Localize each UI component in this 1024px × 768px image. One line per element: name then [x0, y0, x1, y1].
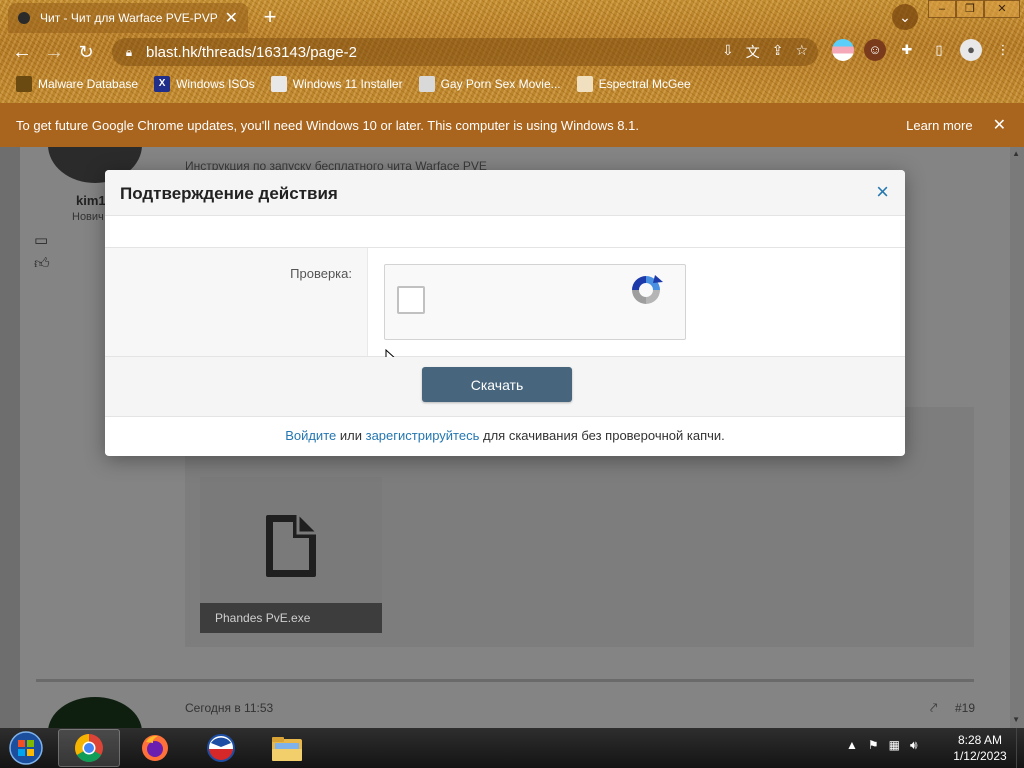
modal-close-icon[interactable]: ×: [876, 181, 889, 203]
lock-icon: 🔒︎: [125, 44, 133, 59]
profile-icon[interactable]: ●: [960, 39, 982, 61]
taskbar-file-explorer[interactable]: [256, 729, 318, 767]
recaptcha-widget[interactable]: [384, 264, 686, 340]
post-date[interactable]: Сегодня в 11:53: [185, 701, 273, 715]
bookmark-malware-database[interactable]: Malware Database: [16, 76, 138, 92]
bookmark-windows-11-installer[interactable]: Windows 11 Installer: [270, 76, 403, 92]
post-number[interactable]: #19: [955, 701, 975, 715]
minimize-button[interactable]: –: [928, 0, 956, 18]
taskbar-chrome[interactable]: [58, 729, 120, 767]
login-link[interactable]: Войдите: [285, 428, 336, 443]
url-text[interactable]: blast.hk/threads/163143/page-2: [146, 44, 722, 61]
verify-label: Проверка:: [290, 266, 352, 281]
extensions-puzzle-icon[interactable]: ✚: [896, 39, 918, 61]
site-favicon-icon: [18, 12, 30, 24]
bookmark-gay-porn[interactable]: Gay Porn Sex Movie...: [418, 76, 561, 92]
firefox-icon: [142, 735, 168, 761]
bookmark-label: Espectral McGee: [598, 77, 691, 91]
footer-suffix-text: для скачивания без проверочной капчи.: [483, 428, 725, 443]
infobar-close-icon[interactable]: ✕: [993, 115, 1006, 135]
modal-button-row: Скачать: [105, 357, 905, 417]
post-divider: [36, 679, 974, 682]
scroll-down-icon[interactable]: ▼: [1012, 715, 1020, 724]
clock-date: 1/12/2023: [953, 749, 1007, 763]
start-button[interactable]: [4, 729, 48, 767]
blue-circle-app-icon: [207, 734, 235, 762]
bookmark-label: Gay Porn Sex Movie...: [440, 77, 561, 91]
extension-flag-icon[interactable]: [832, 39, 854, 61]
message-icon[interactable]: ▭: [34, 231, 48, 249]
maximize-button[interactable]: ❐: [956, 0, 984, 18]
tray-expand-icon[interactable]: ▲: [846, 738, 858, 753]
share-icon[interactable]: ⇪: [772, 42, 784, 62]
form-label-column: Проверка:: [105, 248, 368, 356]
footer-or-text: или: [339, 428, 362, 443]
close-window-button[interactable]: ✕: [984, 0, 1020, 18]
update-infobar: To get future Google Chrome updates, you…: [0, 103, 1024, 147]
bookmark-label: Windows ISOs: [176, 77, 255, 91]
menu-kebab-icon[interactable]: ⋮: [992, 39, 1014, 61]
side-panel-icon[interactable]: ▯: [928, 39, 950, 61]
file-icon: [266, 515, 316, 577]
reload-button[interactable]: ↻: [73, 39, 99, 65]
scroll-up-icon[interactable]: ▲: [1012, 149, 1020, 158]
register-link[interactable]: зарегистрируйтесь: [366, 428, 480, 443]
captcha-row: Проверка:: [105, 248, 905, 369]
address-bar[interactable]: 🔒︎ blast.hk/threads/163143/page-2 ⇩ 文 ⇪ …: [112, 38, 818, 66]
bookmark-favicon-icon: [16, 76, 32, 92]
forward-button[interactable]: →: [41, 39, 67, 65]
back-button[interactable]: ←: [9, 39, 35, 65]
user-rank: Нович: [72, 211, 104, 223]
windows-taskbar: ▲ ⚑ ▦ 🔊︎ 8:28 AM 1/12/2023: [0, 728, 1024, 768]
chrome-icon: [75, 734, 103, 762]
bookmark-star-icon[interactable]: ☆: [795, 42, 808, 62]
new-tab-button[interactable]: +: [258, 2, 282, 32]
attachment-filename[interactable]: Phandes PvE.exe: [200, 603, 382, 633]
tab-search-button[interactable]: ⌄: [892, 4, 918, 30]
post-author[interactable]: kim1: [76, 193, 106, 208]
bookmark-espectral-mcgee[interactable]: Espectral McGee: [576, 76, 691, 92]
thumbs-up-icon[interactable]: 👍︎: [34, 255, 50, 273]
extensions-area: ☺ ✚ ▯ ● ⋮: [832, 39, 1014, 61]
browser-chrome: Чит - Чит для Warface PVE-PVP ✕ + ⌄ – ❐ …: [0, 0, 1024, 103]
bookmark-label: Malware Database: [38, 77, 139, 91]
show-desktop-button[interactable]: [1016, 728, 1024, 768]
tab-title: Чит - Чит для Warface PVE-PVP: [40, 11, 218, 25]
x-logo-icon: X: [154, 76, 171, 92]
image-favicon-icon: [270, 76, 287, 92]
translate-icon[interactable]: 文: [746, 42, 760, 62]
folder-icon: [272, 737, 302, 761]
extension-avatar-icon[interactable]: ☺: [864, 39, 886, 61]
browser-toolbar: ← → ↻ 🔒︎ blast.hk/threads/163143/page-2 …: [0, 35, 1024, 69]
install-app-icon[interactable]: ⇩: [722, 42, 734, 62]
recaptcha-logo-icon: [632, 275, 663, 304]
action-center-flag-icon[interactable]: ⚑: [868, 738, 879, 753]
network-icon[interactable]: ▦: [889, 738, 900, 753]
modal-footer: Войдите или зарегистрируйтесь для скачив…: [105, 417, 905, 455]
clock-time: 8:28 AM: [957, 733, 1003, 747]
face-favicon-icon: [576, 76, 593, 92]
infobar-message: To get future Google Chrome updates, you…: [16, 117, 639, 133]
site-favicon-icon: [418, 76, 435, 92]
modal-header: Подтверждение действия ×: [105, 170, 905, 216]
learn-more-link[interactable]: Learn more: [906, 118, 972, 133]
taskbar-app-circle[interactable]: [190, 729, 252, 767]
modal-title: Подтверждение действия: [120, 184, 338, 203]
taskbar-clock[interactable]: 8:28 AM 1/12/2023: [946, 732, 1014, 764]
volume-icon[interactable]: 🔊︎: [910, 738, 918, 753]
bookmark-label: Windows 11 Installer: [292, 77, 403, 91]
browser-tab[interactable]: Чит - Чит для Warface PVE-PVP ✕: [8, 3, 248, 33]
tab-close-icon[interactable]: ✕: [225, 8, 238, 28]
modal-spacer: [105, 216, 905, 248]
bookmarks-bar: Malware Database X Windows ISOs Windows …: [0, 71, 1024, 97]
share-icon[interactable]: ⤤: [930, 700, 937, 716]
system-tray: ▲ ⚑ ▦ 🔊︎: [846, 738, 918, 753]
bookmark-windows-isos[interactable]: X Windows ISOs: [154, 76, 255, 92]
taskbar-firefox[interactable]: [124, 729, 186, 767]
avatar[interactable]: [48, 697, 142, 728]
download-button[interactable]: Скачать: [422, 367, 572, 402]
confirm-action-modal: Подтверждение действия × Проверка: Скача…: [105, 170, 905, 456]
captcha-checkbox[interactable]: [397, 286, 425, 314]
page-scrollbar[interactable]: ▲ ▼: [1010, 147, 1024, 728]
